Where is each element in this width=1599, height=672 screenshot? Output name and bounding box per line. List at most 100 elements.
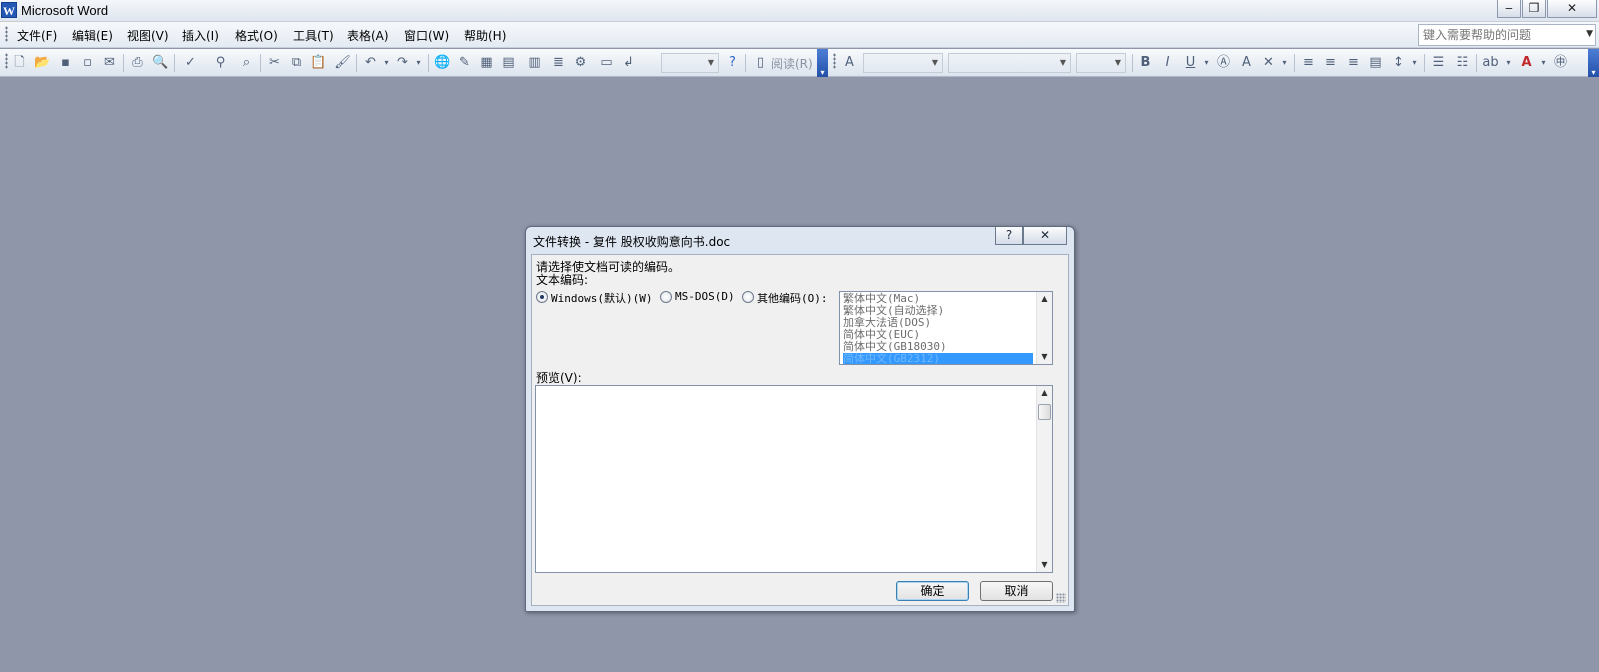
menu-file[interactable]: 文件(F) xyxy=(17,27,57,44)
menu-tools[interactable]: 工具(T) xyxy=(293,27,334,44)
list-item-selected[interactable]: 简体中文(GB2312) xyxy=(843,353,1033,364)
mail-icon[interactable]: ✉ xyxy=(101,54,118,71)
numbering-icon[interactable]: ☰ xyxy=(1430,54,1447,71)
toolbar-options-chevron[interactable]: ▾ xyxy=(817,49,828,77)
menu-window[interactable]: 窗口(W) xyxy=(404,27,449,44)
reading-layout-icon[interactable]: ▭ xyxy=(598,54,615,71)
font-color-icon[interactable]: A xyxy=(1518,54,1535,71)
open-icon[interactable]: 📂 xyxy=(34,54,51,71)
research-icon[interactable]: ⚲ xyxy=(212,54,229,71)
bold-icon[interactable]: B xyxy=(1137,54,1154,71)
distributed-icon[interactable]: ▤ xyxy=(1367,54,1384,71)
menu-view[interactable]: 视图(V) xyxy=(127,27,169,44)
permission-icon[interactable]: ▫ xyxy=(79,54,96,71)
redo-icon[interactable]: ↷ xyxy=(394,54,411,71)
menu-format[interactable]: 格式(O) xyxy=(235,27,278,44)
radio-windows[interactable] xyxy=(536,291,548,303)
radio-other[interactable] xyxy=(742,291,754,303)
document-map-icon[interactable]: ⚙ xyxy=(572,54,589,71)
spelling-icon[interactable]: ✓ xyxy=(182,54,199,71)
highlight-icon[interactable]: ab xyxy=(1482,54,1499,71)
preview-scrollbar[interactable]: ▲ ▼ xyxy=(1036,386,1052,572)
toolbar-grip[interactable] xyxy=(5,53,8,69)
chevron-down-icon[interactable]: ▼ xyxy=(1111,54,1125,72)
style-combo[interactable]: ▼ xyxy=(863,53,943,73)
undo-dropdown-icon[interactable]: ▾ xyxy=(378,54,395,71)
font-combo[interactable]: ▼ xyxy=(948,53,1071,73)
chevron-down-icon[interactable]: ▼ xyxy=(1056,54,1070,72)
radio-msdos[interactable] xyxy=(660,291,672,303)
help-search-box[interactable]: ▼ xyxy=(1418,24,1596,46)
drawing-icon[interactable]: ≣ xyxy=(550,54,567,71)
chevron-down-icon[interactable]: ▼ xyxy=(704,54,718,72)
formatting-toolbar-grip[interactable] xyxy=(833,53,836,69)
show-hide-icon[interactable]: ↲ xyxy=(620,54,637,71)
save-icon[interactable]: ▪ xyxy=(57,54,74,71)
chevron-down-icon[interactable]: ▼ xyxy=(928,54,942,72)
scale-icon[interactable]: ✕ xyxy=(1260,54,1277,71)
radio-windows-label[interactable]: Windows(默认)(W) xyxy=(551,290,652,306)
preview-area[interactable]: ▲ ▼ xyxy=(535,385,1053,573)
highlight-dropdown-icon[interactable]: ▾ xyxy=(1500,54,1517,71)
scale-dropdown-icon[interactable]: ▾ xyxy=(1276,54,1293,71)
restore-button[interactable]: ❐ xyxy=(1522,0,1546,18)
radio-other-label[interactable]: 其他编码(O): xyxy=(757,290,828,306)
insert-excel-icon[interactable]: ▤ xyxy=(500,54,517,71)
help-icon[interactable]: ? xyxy=(724,54,741,71)
read-button[interactable]: 阅读(R) xyxy=(771,55,813,72)
scroll-down-icon[interactable]: ▼ xyxy=(1037,350,1052,364)
menu-help[interactable]: 帮助(H) xyxy=(464,27,506,44)
scroll-thumb[interactable] xyxy=(1038,404,1051,420)
menubar-grip[interactable] xyxy=(5,26,8,42)
new-icon[interactable]: 🗋 xyxy=(11,54,28,71)
underline-icon[interactable]: U xyxy=(1182,54,1199,71)
menu-edit[interactable]: 编辑(E) xyxy=(72,27,113,44)
underline-dropdown-icon[interactable]: ▾ xyxy=(1198,54,1215,71)
bullets-icon[interactable]: ☷ xyxy=(1454,54,1471,71)
minimize-button[interactable]: ‒ xyxy=(1497,0,1521,18)
listbox-scrollbar[interactable]: ▲ ▼ xyxy=(1036,292,1052,364)
align-right-icon[interactable]: ≡ xyxy=(1345,54,1362,71)
cut-icon[interactable]: ✂ xyxy=(266,54,283,71)
tables-borders-icon[interactable]: ✎ xyxy=(456,54,473,71)
menu-insert[interactable]: 插入(I) xyxy=(182,27,219,44)
char-border-icon[interactable]: Ⓐ xyxy=(1215,54,1232,71)
copy-icon[interactable]: ⧉ xyxy=(288,54,305,71)
radio-msdos-label[interactable]: MS-DOS(D) xyxy=(675,290,735,303)
print-icon[interactable]: ⎙ xyxy=(129,54,146,71)
encoding-listbox[interactable]: 繁体中文(Mac) 繁体中文(自动选择) 加拿大法语(DOS) 简体中文(EUC… xyxy=(839,291,1053,365)
font-size-combo[interactable]: ▼ xyxy=(1076,53,1126,73)
cancel-button[interactable]: 取消 xyxy=(980,581,1053,601)
find-icon[interactable]: ⌕ xyxy=(238,54,255,71)
align-center-icon[interactable]: ≡ xyxy=(1322,54,1339,71)
undo-icon[interactable]: ↶ xyxy=(362,54,379,71)
paste-icon[interactable]: 📋 xyxy=(310,54,327,71)
close-window-button[interactable]: ✕ xyxy=(1547,0,1597,18)
line-spacing-dropdown-icon[interactable]: ▾ xyxy=(1406,54,1423,71)
read-icon[interactable]: ▯ xyxy=(752,54,769,71)
menu-table[interactable]: 表格(A) xyxy=(347,27,389,44)
columns-icon[interactable]: ▥ xyxy=(526,54,543,71)
ok-button[interactable]: 确定 xyxy=(896,581,969,601)
resize-grip[interactable] xyxy=(1056,593,1066,603)
zoom-combo[interactable]: ▼ xyxy=(661,53,719,73)
word-app-icon[interactable]: W xyxy=(1,2,17,18)
format-painter-icon[interactable]: 🖌 xyxy=(334,54,351,71)
dialog-help-button[interactable]: ? xyxy=(995,227,1023,245)
scroll-down-icon[interactable]: ▼ xyxy=(1037,558,1052,572)
styles-icon[interactable]: A xyxy=(841,54,858,71)
align-justify-icon[interactable]: ≡ xyxy=(1300,54,1317,71)
chevron-down-icon[interactable]: ▼ xyxy=(1586,29,1593,39)
help-search-input[interactable] xyxy=(1419,25,1574,45)
formatting-options-chevron[interactable]: ▾ xyxy=(1588,49,1599,77)
italic-icon[interactable]: I xyxy=(1159,54,1176,71)
dialog-close-button[interactable]: ✕ xyxy=(1023,227,1067,245)
line-spacing-icon[interactable]: ↕ xyxy=(1390,54,1407,71)
scroll-up-icon[interactable]: ▲ xyxy=(1037,292,1052,306)
font-color-dropdown-icon[interactable]: ▾ xyxy=(1535,54,1552,71)
enclose-char-icon[interactable]: ㊥ xyxy=(1552,54,1569,71)
char-shading-icon[interactable]: A xyxy=(1238,54,1255,71)
print-preview-icon[interactable]: 🔍 xyxy=(152,54,169,71)
hyperlink-icon[interactable]: 🌐 xyxy=(434,54,451,71)
scroll-up-icon[interactable]: ▲ xyxy=(1037,386,1052,400)
